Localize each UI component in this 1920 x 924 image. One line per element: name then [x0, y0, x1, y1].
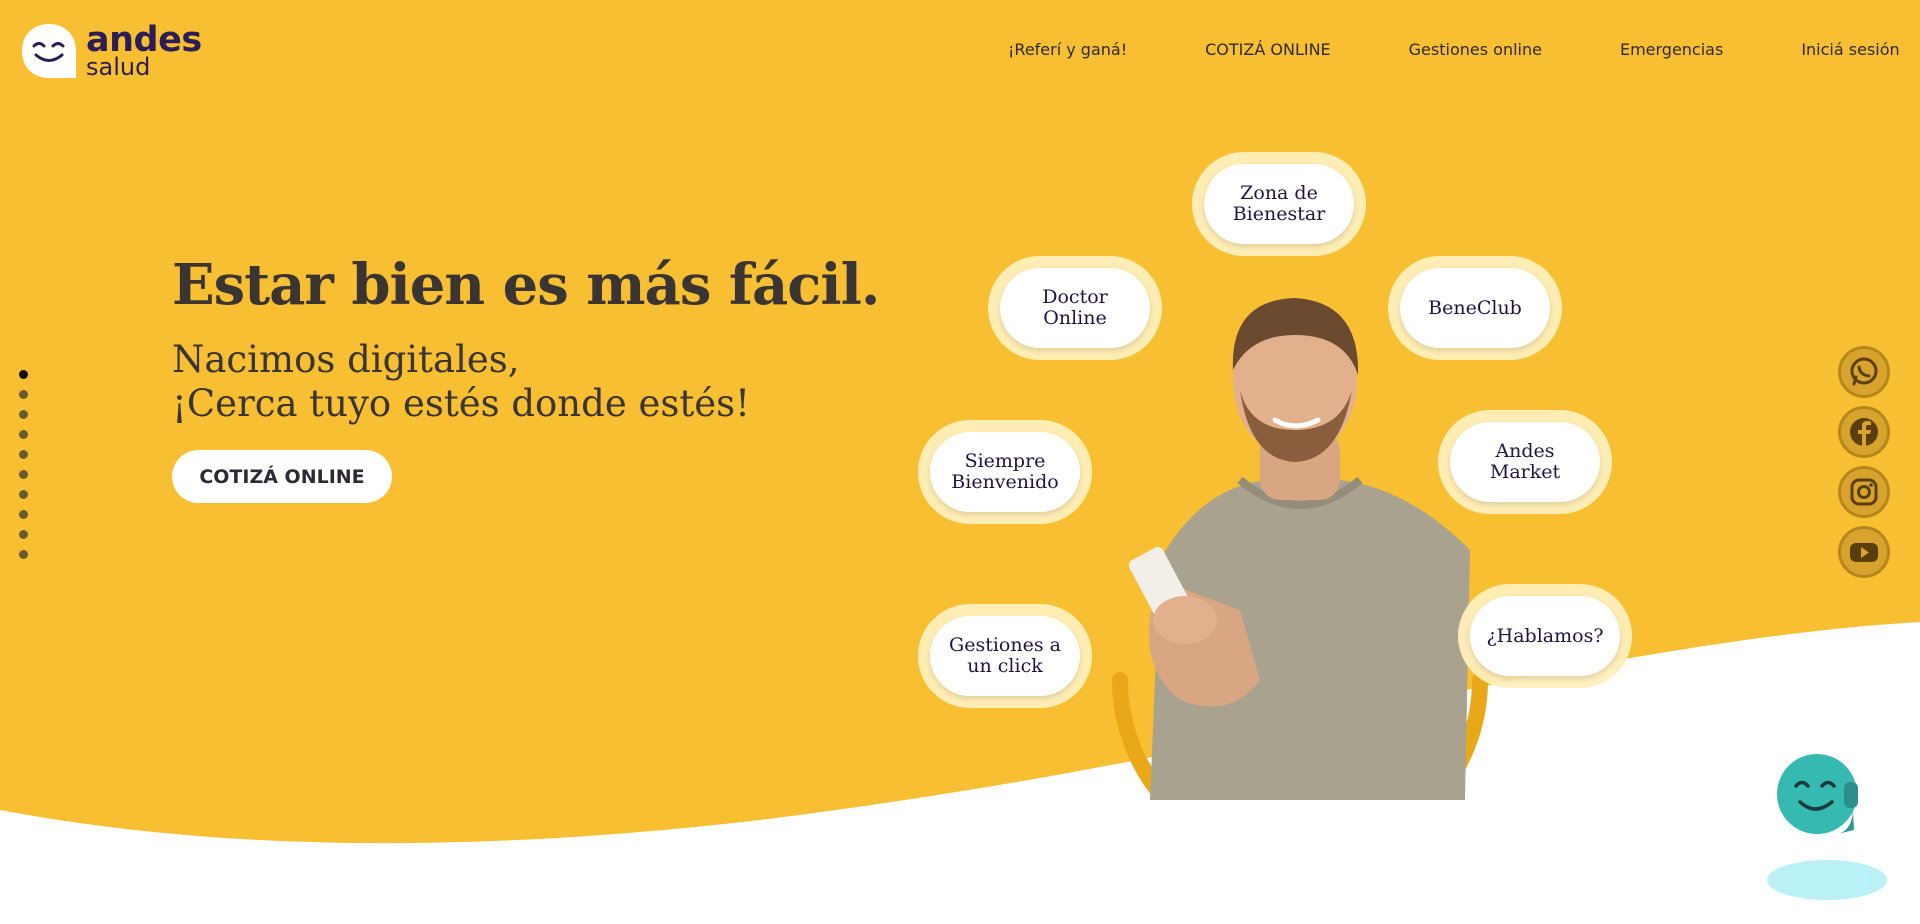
slider-dot-6[interactable] [19, 470, 28, 479]
slider-dot-3[interactable] [19, 410, 28, 419]
site-header: andes salud ¡Referí y ganá! COTIZÁ ONLIN… [0, 0, 1920, 105]
nav-inicia-sesion[interactable]: Iniciá sesión [1801, 40, 1899, 59]
facebook-button[interactable] [1838, 406, 1890, 458]
slider-dot-9[interactable] [19, 530, 28, 539]
bubble-hablamos-mid: ¿Hablamos? [1458, 584, 1632, 688]
hero-title: Estar bien es más fácil. [172, 252, 880, 318]
bubble-beneclub-mid: BeneClub [1388, 256, 1562, 360]
chatbot-icon[interactable] [1762, 730, 1892, 910]
youtube-button[interactable] [1838, 526, 1890, 578]
bubble-siempre-ring: Siempre Bienvenido [918, 420, 1092, 524]
slider-dot-5[interactable] [19, 450, 28, 459]
bubble-hablamos-ring: ¿Hablamos? [1458, 584, 1632, 688]
bubble-gestiones-mid: Gestiones a un click [918, 604, 1092, 708]
bubble-market-ring: Andes Market [1438, 410, 1612, 514]
youtube-icon [1850, 543, 1878, 562]
bubble-doctor-mid: Doctor Online [988, 256, 1162, 360]
doctor-online-button[interactable]: Doctor Online [1000, 268, 1150, 348]
bubble-market-mid: Andes Market [1438, 410, 1612, 514]
social-links [1838, 346, 1890, 586]
instagram-icon [1850, 478, 1878, 506]
slider-dot-4[interactable] [19, 430, 28, 439]
bubble-doctor-ring: Doctor Online [988, 256, 1162, 360]
andes-market-button[interactable]: Andes Market [1450, 422, 1600, 502]
hero-subtitle-line-1: Nacimos digitales, [172, 338, 520, 381]
hero-subtitle: Nacimos digitales, ¡Cerca tuyo estés don… [172, 338, 750, 426]
bubble-zona-mid: Zona de Bienestar [1192, 152, 1366, 256]
slider-dot-10[interactable] [19, 550, 28, 559]
whatsapp-icon [1850, 357, 1878, 386]
beneclub-button[interactable]: BeneClub [1400, 268, 1550, 348]
slider-dots [19, 370, 28, 570]
bubble-beneclub-ring: BeneClub [1388, 256, 1562, 360]
smiley-face-icon [22, 24, 76, 78]
hero-subtitle-line-2: ¡Cerca tuyo estés donde estés! [172, 382, 750, 425]
main-nav: ¡Referí y ganá! COTIZÁ ONLINE Gestiones … [1008, 40, 1900, 59]
zona-de-bienestar-button[interactable]: Zona de Bienestar [1204, 164, 1354, 244]
nav-cotiza-online[interactable]: COTIZÁ ONLINE [1205, 40, 1331, 59]
nav-gestiones-online[interactable]: Gestiones online [1409, 40, 1542, 59]
slider-dot-2[interactable] [19, 390, 28, 399]
bubble-siempre-mid: Siempre Bienvenido [918, 420, 1092, 524]
page: andes salud ¡Referí y ganá! COTIZÁ ONLIN… [0, 0, 1920, 924]
nav-emergencias[interactable]: Emergencias [1620, 40, 1723, 59]
whatsapp-button[interactable] [1838, 346, 1890, 398]
bubble-zona-ring: Zona de Bienestar [1192, 152, 1366, 256]
gestiones-a-un-click-button[interactable]: Gestiones a un click [930, 616, 1080, 696]
instagram-button[interactable] [1838, 466, 1890, 518]
slider-dot-7[interactable] [19, 490, 28, 499]
cotiza-online-button[interactable]: COTIZÁ ONLINE [172, 450, 392, 503]
hablamos-button[interactable]: ¿Hablamos? [1470, 596, 1620, 676]
slider-dot-8[interactable] [19, 510, 28, 519]
siempre-bienvenido-button[interactable]: Siempre Bienvenido [930, 432, 1080, 512]
bubble-gestiones-ring: Gestiones a un click [918, 604, 1092, 708]
facebook-icon [1850, 418, 1878, 446]
nav-referi[interactable]: ¡Referí y ganá! [1008, 40, 1127, 59]
logo[interactable]: andes salud [20, 22, 202, 80]
logo-text: andes salud [86, 23, 202, 80]
slider-dot-1[interactable] [19, 370, 28, 379]
